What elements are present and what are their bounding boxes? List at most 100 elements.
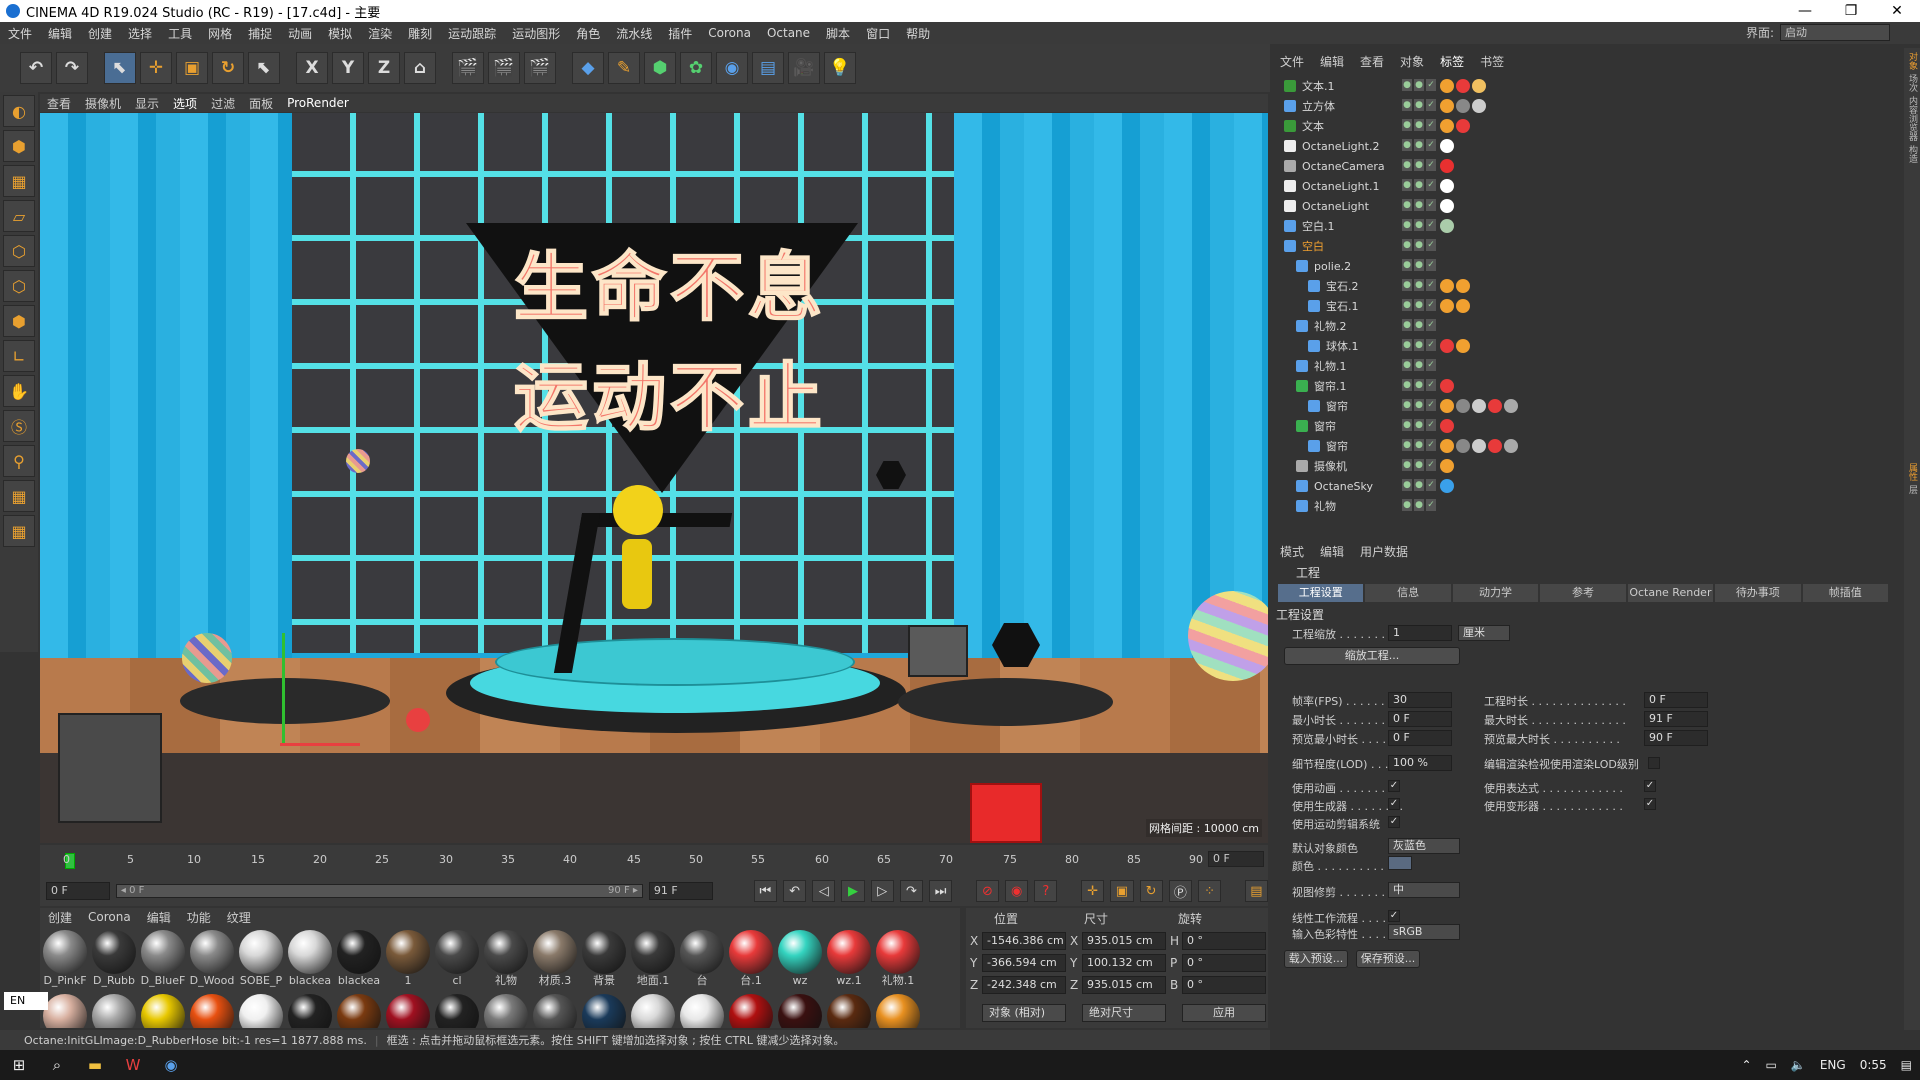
material-swatch[interactable]: blackea: [336, 930, 382, 990]
workplane-icon[interactable]: ▱: [3, 200, 35, 232]
enable-check-icon[interactable]: ✓: [1426, 139, 1436, 151]
material-tag-icon[interactable]: [1440, 439, 1454, 453]
enable-check-icon[interactable]: ✓: [1426, 99, 1436, 111]
wps-icon[interactable]: W: [114, 1050, 152, 1080]
material-tag-icon[interactable]: [1440, 179, 1454, 193]
object-row[interactable]: 宝石.2 ● ● ✓: [1272, 276, 1882, 296]
material-tag-icon[interactable]: [1488, 439, 1502, 453]
material-tag-icon[interactable]: [1440, 219, 1454, 233]
menu-script[interactable]: 脚本: [818, 25, 858, 42]
right-tab-structure[interactable]: 构造: [1905, 145, 1919, 163]
right-tab-takes[interactable]: 场次: [1905, 74, 1919, 92]
menu-octane[interactable]: Octane: [759, 26, 818, 40]
enable-check-icon[interactable]: ✓: [1426, 379, 1436, 391]
render-visibility-icon[interactable]: ●: [1414, 299, 1424, 311]
visibility-flags[interactable]: ● ● ✓: [1402, 239, 1442, 253]
menu-snap[interactable]: 捕捉: [240, 25, 280, 42]
material-swatch[interactable]: blackea: [287, 930, 333, 990]
tweak-mode-icon[interactable]: ✋: [3, 375, 35, 407]
material-tag-icon[interactable]: [1472, 399, 1486, 413]
network-icon[interactable]: ▭: [1766, 1058, 1777, 1072]
object-row[interactable]: 空白 ● ● ✓: [1272, 236, 1882, 256]
material-swatch[interactable]: 背景: [581, 930, 627, 990]
material-tag-icon[interactable]: [1456, 279, 1470, 293]
move-icon[interactable]: ✛: [140, 52, 172, 84]
material-tag-icon[interactable]: [1440, 459, 1454, 473]
object-name[interactable]: polie.2: [1314, 260, 1351, 273]
viewport-menu-options[interactable]: 选项: [166, 95, 204, 112]
object-row[interactable]: 礼物 ● ● ✓: [1272, 496, 1882, 516]
visibility-flags[interactable]: ● ● ✓: [1402, 119, 1442, 133]
render-visibility-icon[interactable]: ●: [1414, 459, 1424, 471]
visibility-flags[interactable]: ● ● ✓: [1402, 199, 1442, 213]
rotation-key-icon[interactable]: ↻: [1139, 880, 1163, 902]
material-tag-icon[interactable]: [1440, 339, 1454, 353]
enable-check-icon[interactable]: ✓: [1426, 159, 1436, 171]
snap-icon[interactable]: Ⓢ: [3, 410, 35, 442]
material-tag-icon[interactable]: [1472, 439, 1486, 453]
render-visibility-icon[interactable]: ●: [1414, 259, 1424, 271]
linear-workflow-checkbox[interactable]: ✓: [1388, 910, 1400, 922]
default-color-dropdown[interactable]: 灰蓝色: [1388, 838, 1460, 854]
editor-visibility-icon[interactable]: ●: [1402, 79, 1412, 91]
menu-render[interactable]: 渲染: [360, 25, 400, 42]
visibility-flags[interactable]: ● ● ✓: [1402, 139, 1442, 153]
object-name[interactable]: 文本.1: [1302, 78, 1335, 94]
object-name[interactable]: OctaneLight: [1302, 200, 1369, 213]
input-color-profile-dropdown[interactable]: sRGB: [1388, 924, 1460, 940]
object-row[interactable]: 礼物.2 ● ● ✓: [1272, 316, 1882, 336]
enable-check-icon[interactable]: ✓: [1426, 399, 1436, 411]
render-picture-viewer-icon[interactable]: 🎬: [488, 52, 520, 84]
polygons-mode-icon[interactable]: ⬢: [3, 305, 35, 337]
material-menu-edit[interactable]: 编辑: [139, 909, 179, 926]
editor-visibility-icon[interactable]: ●: [1402, 219, 1412, 231]
maximize-button[interactable]: ❐: [1828, 0, 1874, 22]
start-frame-field[interactable]: 0 F: [46, 882, 110, 900]
material-swatch[interactable]: 地面.1: [630, 930, 676, 990]
material-tag-icon[interactable]: [1440, 99, 1454, 113]
visibility-flags[interactable]: ● ● ✓: [1402, 419, 1442, 433]
material-swatch[interactable]: cl: [434, 930, 480, 990]
minimize-button[interactable]: —: [1782, 0, 1828, 22]
min-time-field[interactable]: 0 F: [1388, 711, 1452, 727]
editor-visibility-icon[interactable]: ●: [1402, 459, 1412, 471]
menu-help[interactable]: 帮助: [898, 25, 938, 42]
render-visibility-icon[interactable]: ●: [1414, 239, 1424, 251]
material-tag-icon[interactable]: [1456, 79, 1470, 93]
search-icon[interactable]: ⌕: [38, 1050, 76, 1080]
enable-check-icon[interactable]: ✓: [1426, 479, 1436, 491]
material-swatch[interactable]: D_BlueF: [140, 930, 186, 990]
object-name[interactable]: OctaneLight.2: [1302, 140, 1379, 153]
right-tab-attributes[interactable]: 属性: [1905, 463, 1919, 481]
material-swatch[interactable]: [385, 994, 431, 1028]
play-icon[interactable]: ▶: [841, 880, 865, 902]
material-tag-icon[interactable]: [1488, 399, 1502, 413]
material-swatch[interactable]: [875, 994, 921, 1028]
go-to-start-icon[interactable]: ⏮: [753, 880, 777, 902]
object-row[interactable]: 球体.1 ● ● ✓: [1272, 336, 1882, 356]
right-tab-content-browser[interactable]: 内容浏览器: [1905, 96, 1919, 141]
material-swatch[interactable]: [532, 994, 578, 1028]
object-row[interactable]: OctaneLight.1 ● ● ✓: [1272, 176, 1882, 196]
material-swatch[interactable]: 1: [385, 930, 431, 990]
tab-dynamics[interactable]: 动力学: [1452, 584, 1539, 602]
editor-visibility-icon[interactable]: ●: [1402, 139, 1412, 151]
object-row[interactable]: OctaneSky ● ● ✓: [1272, 476, 1882, 496]
editor-visibility-icon[interactable]: ●: [1402, 499, 1412, 511]
next-key-icon[interactable]: ↷: [899, 880, 924, 902]
previous-key-icon[interactable]: ↶: [782, 880, 807, 902]
editor-visibility-icon[interactable]: ●: [1402, 159, 1412, 171]
material-swatch[interactable]: 台.1: [728, 930, 774, 990]
editor-visibility-icon[interactable]: ●: [1402, 379, 1412, 391]
editor-visibility-icon[interactable]: ●: [1402, 179, 1412, 191]
object-row[interactable]: 窗帘 ● ● ✓: [1272, 416, 1882, 436]
floor-icon[interactable]: ▤: [752, 52, 784, 84]
object-name[interactable]: 窗帘: [1314, 418, 1336, 434]
object-row[interactable]: 窗帘.1 ● ● ✓: [1272, 376, 1882, 396]
editor-visibility-icon[interactable]: ●: [1402, 199, 1412, 211]
material-swatch[interactable]: 礼物.1: [875, 930, 921, 990]
material-swatch[interactable]: [287, 994, 333, 1028]
max-time-field[interactable]: 91 F: [1644, 711, 1708, 727]
material-tag-icon[interactable]: [1440, 199, 1454, 213]
visibility-flags[interactable]: ● ● ✓: [1402, 379, 1442, 393]
